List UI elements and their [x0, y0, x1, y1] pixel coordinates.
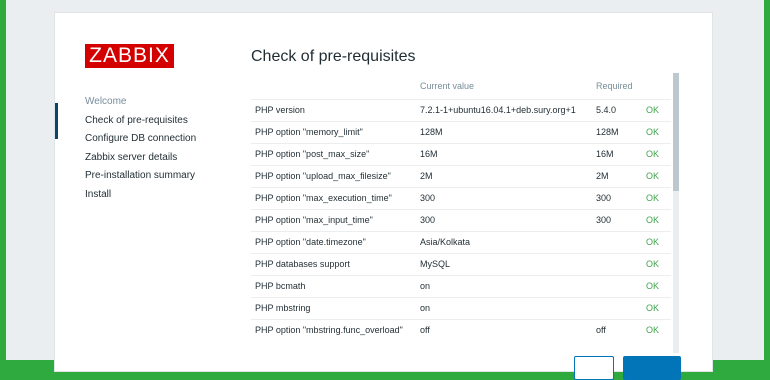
prerequisites-table: Current value Required PHP version 7.2.1-… — [251, 74, 671, 341]
table-scrollbar[interactable] — [673, 73, 679, 353]
cell-required-value: 128M — [596, 120, 644, 143]
nav-step-db-connection[interactable]: Configure DB connection — [55, 130, 245, 149]
cell-status: OK — [644, 164, 671, 187]
cell-current-value: Asia/Kolkata — [420, 230, 596, 253]
cell-status: OK — [644, 120, 671, 143]
cell-requirement-name: PHP option "max_execution_time" — [251, 186, 420, 209]
cell-current-value: off — [420, 318, 596, 341]
cell-current-value: 128M — [420, 120, 596, 143]
nav-step-server-details[interactable]: Zabbix server details — [55, 149, 245, 168]
window-frame: ZABBIX Welcome Check of pre-requisites C… — [6, 0, 764, 380]
cell-status: OK — [644, 98, 671, 121]
cell-required-value — [596, 230, 644, 253]
table-row: PHP bcmath on OK — [251, 274, 671, 297]
column-header-status — [644, 74, 671, 99]
table-row: PHP option "memory_limit" 128M 128M OK — [251, 120, 671, 143]
cell-requirement-name: PHP bcmath — [251, 274, 420, 297]
cell-required-value — [596, 274, 644, 297]
cell-requirement-name: PHP option "memory_limit" — [251, 120, 420, 143]
cell-required-value: 300 — [596, 208, 644, 231]
nav-step-summary[interactable]: Pre-installation summary — [55, 167, 245, 186]
setup-steps-nav: Welcome Check of pre-requisites Configur… — [55, 93, 245, 204]
column-header-current-value: Current value — [420, 81, 475, 92]
cell-current-value: 300 — [420, 186, 596, 209]
cell-current-value: on — [420, 274, 596, 297]
table-row: PHP option "max_execution_time" 300 300 OK — [251, 186, 671, 209]
column-header-required: Required — [596, 81, 633, 92]
cell-requirement-name: PHP option "post_max_size" — [251, 142, 420, 165]
cell-required-value — [596, 296, 644, 319]
cell-current-value: on — [420, 296, 596, 319]
cell-status: OK — [644, 252, 671, 275]
scrollbar-thumb[interactable] — [673, 73, 679, 191]
cell-requirement-name: PHP version — [251, 98, 420, 121]
table-row: PHP option "max_input_time" 300 300 OK — [251, 208, 671, 231]
table-row: PHP option "upload_max_filesize" 2M 2M OK — [251, 164, 671, 187]
nav-step-prerequisites[interactable]: Check of pre-requisites — [55, 102, 245, 138]
cell-status: OK — [644, 296, 671, 319]
cell-current-value: 7.2.1-1+ubuntu16.04.1+deb.sury.org+1 — [420, 98, 596, 121]
table-row: PHP option "post_max_size" 16M 16M OK — [251, 142, 671, 165]
cell-required-value: 5.4.0 — [596, 98, 644, 121]
cell-status: OK — [644, 208, 671, 231]
cell-required-value: 16M — [596, 142, 644, 165]
cell-requirement-name: PHP mbstring — [251, 296, 420, 319]
zabbix-logo: ZABBIX — [85, 44, 174, 68]
column-header-name — [251, 74, 420, 99]
table-row: PHP databases support MySQL OK — [251, 252, 671, 275]
cell-requirement-name: PHP option "max_input_time" — [251, 208, 420, 231]
cell-required-value: 2M — [596, 164, 644, 187]
cell-required-value — [596, 252, 644, 275]
cell-requirement-name: PHP databases support — [251, 252, 420, 275]
table-row: PHP option "date.timezone" Asia/Kolkata OK — [251, 230, 671, 253]
cell-requirement-name: PHP option "mbstring.func_overload" — [251, 318, 420, 341]
table-row: PHP version 7.2.1-1+ubuntu16.04.1+deb.sur… — [251, 98, 671, 121]
cell-current-value: MySQL — [420, 252, 596, 275]
nav-step-welcome[interactable]: Welcome — [55, 93, 245, 112]
cell-requirement-name: PHP option "upload_max_filesize" — [251, 164, 420, 187]
prerequisites-table-container: Current value Required PHP version 7.2.1-… — [251, 74, 671, 354]
cell-status: OK — [644, 318, 671, 341]
table-row: PHP option "mbstring.func_overload" off of… — [251, 318, 671, 341]
nav-step-install[interactable]: Install — [55, 186, 245, 205]
cell-status: OK — [644, 230, 671, 253]
cell-current-value: 2M — [420, 164, 596, 187]
setup-card: ZABBIX Welcome Check of pre-requisites C… — [54, 12, 713, 380]
cell-required-value: off — [596, 318, 644, 341]
cell-status: OK — [644, 274, 671, 297]
table-row: PHP mbstring on OK — [251, 296, 671, 319]
cell-status: OK — [644, 142, 671, 165]
cell-required-value: 300 — [596, 186, 644, 209]
cell-current-value: 16M — [420, 142, 596, 165]
table-header-row: Current value Required — [251, 74, 671, 99]
cell-status: OK — [644, 186, 671, 209]
cell-requirement-name: PHP option "date.timezone" — [251, 230, 420, 253]
page-title: Check of pre-requisites — [251, 48, 416, 65]
cell-current-value: 300 — [420, 208, 596, 231]
